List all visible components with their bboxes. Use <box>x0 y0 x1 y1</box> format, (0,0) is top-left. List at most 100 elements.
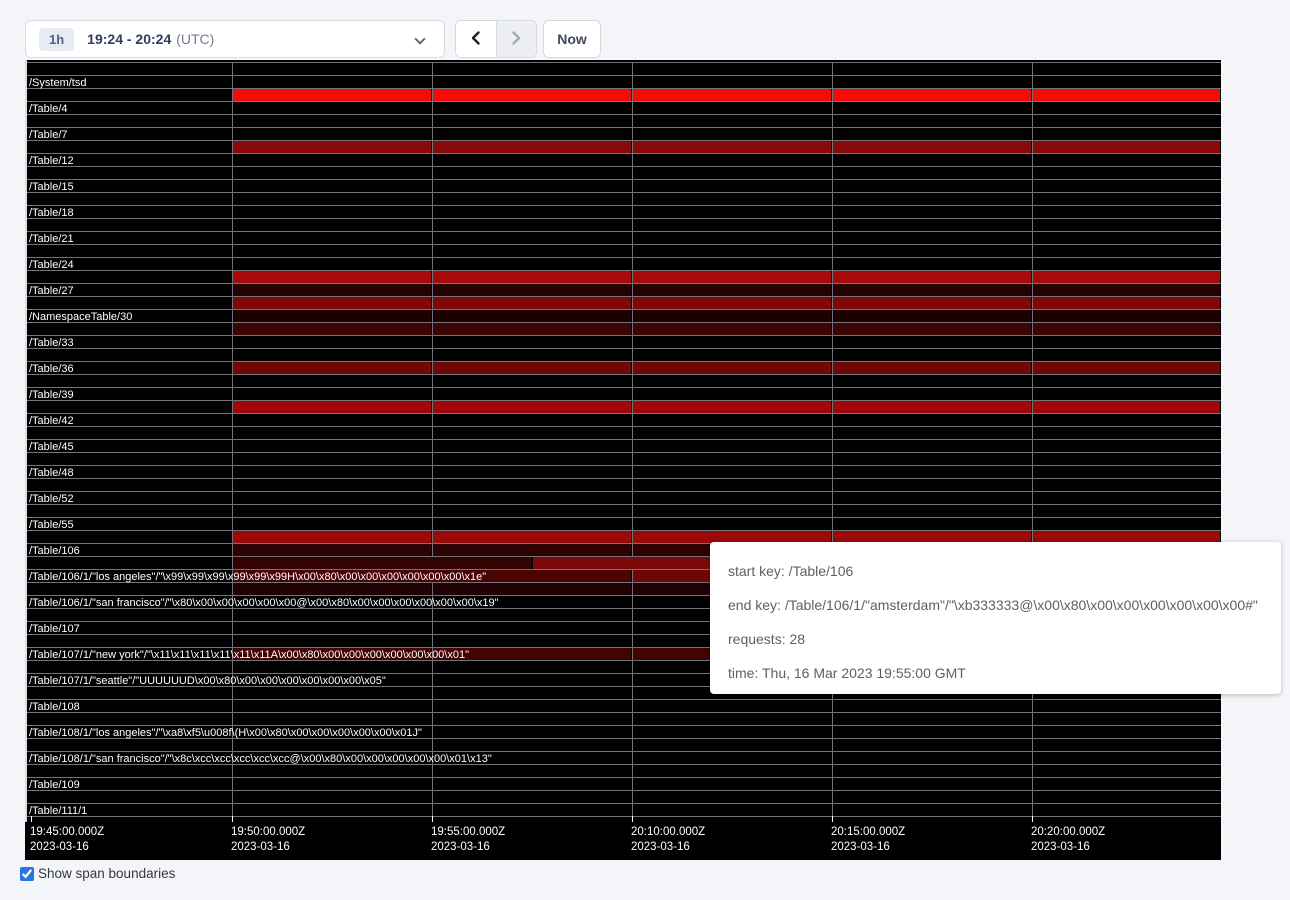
x-axis-tick <box>1032 816 1033 822</box>
heat-strip <box>633 271 831 283</box>
row-label: /Table/15 <box>29 181 74 193</box>
heat-strip <box>833 362 1031 374</box>
heat-strip <box>833 401 1031 413</box>
heat-strip <box>233 557 531 569</box>
heat-strip <box>833 141 1031 153</box>
x-axis-date-label: 2023-03-16 <box>431 841 490 853</box>
x-axis-date-label: 2023-03-16 <box>631 841 690 853</box>
row-label: /Table/108/1/"san francisco"/"\x8c\xcc\x… <box>29 753 492 765</box>
span-boundary-line <box>25 348 1221 349</box>
span-boundary-line <box>25 478 1221 479</box>
heat-strip <box>433 362 631 374</box>
key-visualizer-canvas[interactable]: /System/tsd/Table/4/Table/7/Table/12/Tab… <box>25 60 1221 860</box>
heat-strip <box>233 297 431 309</box>
span-boundary-line <box>25 218 1221 219</box>
span-boundary-line <box>25 504 1221 505</box>
row-label: /Table/106/1/"san francisco"/"\x80\x00\x… <box>29 597 499 609</box>
span-boundary-line <box>25 127 1221 128</box>
row-label: /Table/109 <box>29 779 80 791</box>
heat-strip <box>1033 310 1220 322</box>
row-label: /Table/45 <box>29 441 74 453</box>
span-boundary-line <box>25 790 1221 791</box>
heat-strip <box>433 310 631 322</box>
span-boundary-line <box>25 335 1221 336</box>
span-boundary-line <box>25 413 1221 414</box>
heat-strip <box>833 271 1031 283</box>
heat-strip <box>433 89 631 101</box>
time-gridline <box>432 62 433 816</box>
heat-strip <box>1033 323 1220 335</box>
heat-strip <box>633 401 831 413</box>
row-label: /Table/108 <box>29 701 80 713</box>
row-label: /Table/106 <box>29 545 80 557</box>
now-button[interactable]: Now <box>543 20 601 58</box>
time-gridline <box>1032 62 1033 816</box>
next-time-button[interactable] <box>496 21 536 57</box>
heat-strip <box>433 583 631 595</box>
row-label: /Table/55 <box>29 519 74 531</box>
time-range-selector[interactable]: 1h 19:24 - 20:24 (UTC) <box>25 20 445 58</box>
heat-strip <box>233 544 431 556</box>
row-label: /Table/106/1/"los angeles"/"\x99\x99\x99… <box>29 571 486 583</box>
heat-strip <box>833 297 1031 309</box>
heat-strip <box>433 271 631 283</box>
x-axis-time-label: 19:50:00.000Z <box>231 826 305 838</box>
time-gridline <box>832 62 833 816</box>
chevron-right-icon <box>508 30 524 49</box>
row-label: /Table/21 <box>29 233 74 245</box>
x-axis-time-label: 19:45:00.000Z <box>30 826 104 838</box>
time-range-text: 19:24 - 20:24 <box>87 31 171 47</box>
heat-strip <box>1033 89 1220 101</box>
span-boundary-line <box>25 166 1221 167</box>
heat-strip <box>433 544 631 556</box>
heat-strip <box>633 141 831 153</box>
span-boundary-line <box>25 491 1221 492</box>
span-boundary-line <box>25 439 1221 440</box>
timezone-text: (UTC) <box>176 31 214 47</box>
span-boundary-line <box>25 725 1221 726</box>
show-span-boundaries-row: Show span boundaries <box>20 866 175 881</box>
duration-badge: 1h <box>39 28 74 51</box>
heat-strip <box>433 284 631 296</box>
heat-strip <box>233 323 431 335</box>
span-boundary-line <box>25 153 1221 154</box>
x-axis-time-label: 19:55:00.000Z <box>431 826 505 838</box>
x-axis-date-label: 2023-03-16 <box>1031 841 1090 853</box>
row-label: /Table/12 <box>29 155 74 167</box>
span-boundary-line <box>25 517 1221 518</box>
heat-strip <box>1033 297 1220 309</box>
key-visualizer-page: 1h 19:24 - 20:24 (UTC) Now /System/tsd/T… <box>0 0 1290 900</box>
span-boundary-line <box>25 712 1221 713</box>
heat-strip <box>833 323 1031 335</box>
heat-strip <box>1033 401 1220 413</box>
previous-time-button[interactable] <box>456 21 496 57</box>
heat-strip <box>233 531 431 543</box>
heat-strip <box>233 271 431 283</box>
span-boundary-line <box>25 101 1221 102</box>
row-label: /Table/4 <box>29 103 68 115</box>
heat-strip <box>233 141 431 153</box>
heat-strip <box>233 583 431 595</box>
row-label: /Table/7 <box>29 129 68 141</box>
row-label: /Table/39 <box>29 389 74 401</box>
span-boundary-line <box>25 803 1221 804</box>
heat-strip <box>1033 362 1220 374</box>
tooltip-end-key: end key: /Table/106/1/"amsterdam"/"\xb33… <box>728 588 1263 622</box>
heat-strip <box>433 401 631 413</box>
span-boundary-line <box>25 452 1221 453</box>
row-label: /Table/18 <box>29 207 74 219</box>
show-span-boundaries-checkbox[interactable] <box>20 867 34 881</box>
span-boundary-line <box>25 75 1221 76</box>
show-span-boundaries-label: Show span boundaries <box>38 866 175 881</box>
chevron-left-icon <box>468 30 484 49</box>
x-axis-time-label: 20:20:00.000Z <box>1031 826 1105 838</box>
tooltip-requests: requests: 28 <box>728 622 1263 656</box>
row-label: /NamespaceTable/30 <box>29 311 132 323</box>
tooltip-time: time: Thu, 16 Mar 2023 19:55:00 GMT <box>728 656 1263 690</box>
row-label: /Table/111/1 <box>29 805 87 817</box>
span-boundary-line <box>25 62 1221 63</box>
heat-strip <box>833 310 1031 322</box>
row-label: /Table/107 <box>29 623 80 635</box>
span-boundary-line <box>25 387 1221 388</box>
row-label: /Table/107/1/"new york"/"\x11\x11\x11\x1… <box>29 649 469 661</box>
